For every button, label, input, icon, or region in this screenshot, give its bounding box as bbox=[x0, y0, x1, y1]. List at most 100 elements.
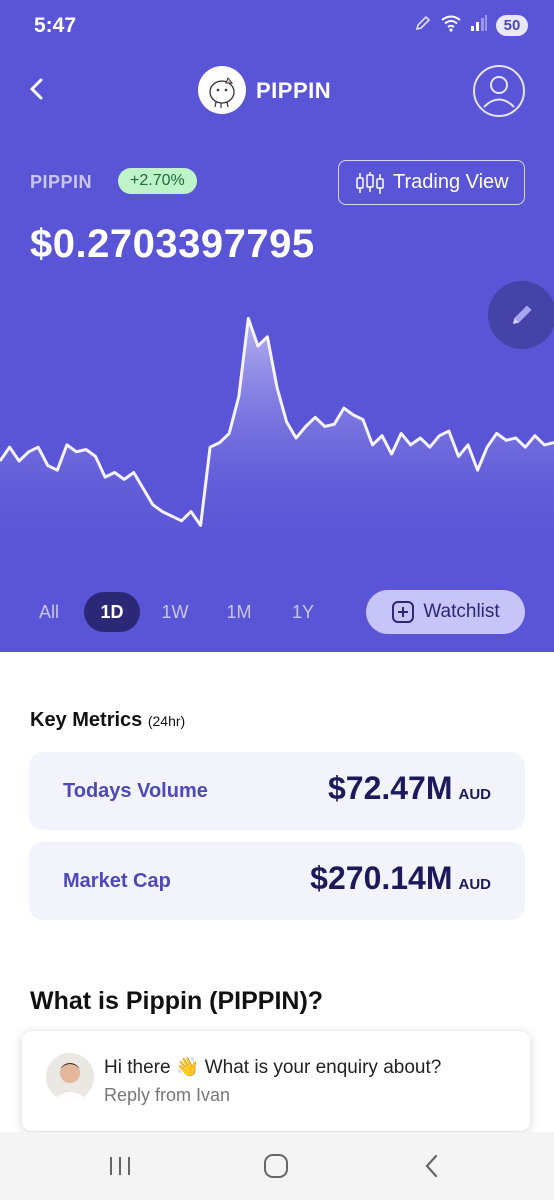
price-point bbox=[237, 395, 240, 398]
metric-value: $270.14M AUD bbox=[310, 860, 491, 897]
range-tab-label: All bbox=[38, 602, 59, 622]
key-metrics-title: Key Metrics bbox=[30, 709, 143, 731]
price-point bbox=[218, 441, 221, 444]
price-point bbox=[409, 443, 412, 446]
range-tab-1y[interactable]: 1Y bbox=[278, 592, 328, 632]
price-area bbox=[0, 318, 554, 560]
range-tab-1m[interactable]: 1M bbox=[214, 592, 264, 632]
price-point bbox=[314, 416, 317, 419]
price-point bbox=[247, 317, 250, 320]
price-point bbox=[27, 450, 30, 453]
chat-sender: Reply from Ivan bbox=[104, 1085, 231, 1105]
range-tab-1w[interactable]: 1W bbox=[150, 592, 200, 632]
price-point bbox=[428, 446, 431, 449]
price-point bbox=[8, 446, 11, 449]
home-icon bbox=[264, 1154, 288, 1178]
price-point bbox=[352, 414, 355, 417]
coin-ticker: PIPPIN bbox=[30, 172, 93, 192]
price-chart[interactable] bbox=[0, 280, 554, 560]
price-point bbox=[123, 478, 126, 481]
recent-apps-button[interactable] bbox=[100, 1148, 140, 1184]
pippin-unicorn-icon bbox=[209, 77, 235, 108]
price-point bbox=[486, 446, 489, 449]
price-point bbox=[304, 425, 307, 428]
price-point bbox=[256, 345, 259, 348]
price-point bbox=[390, 453, 393, 456]
signal-icon bbox=[470, 14, 488, 37]
price-point bbox=[514, 437, 517, 440]
metric-currency: AUD bbox=[458, 786, 492, 803]
chat-popup[interactable]: Hi there 👋 What is your enquiry about? R… bbox=[22, 1031, 530, 1131]
price-point bbox=[266, 335, 269, 338]
price-point bbox=[323, 425, 326, 428]
trading-view-button[interactable]: Trading View bbox=[338, 160, 525, 205]
price-point bbox=[142, 487, 145, 490]
price-point bbox=[342, 407, 345, 410]
system-nav-bar bbox=[0, 1132, 554, 1200]
price-point bbox=[543, 443, 546, 446]
range-tab-label: 1W bbox=[161, 602, 189, 622]
price-point bbox=[419, 437, 422, 440]
price-point bbox=[228, 432, 231, 435]
range-tab-label: 1Y bbox=[291, 602, 315, 622]
price-point bbox=[46, 464, 49, 467]
price-change-badge: +2.70% bbox=[118, 168, 197, 194]
home-button[interactable] bbox=[256, 1148, 296, 1184]
back-chevron-icon bbox=[425, 1154, 438, 1178]
price-point bbox=[56, 469, 59, 472]
price-point bbox=[151, 503, 154, 506]
price-point bbox=[285, 420, 288, 423]
status-bar: 5:47 50 bbox=[0, 0, 554, 52]
price-point bbox=[457, 455, 460, 458]
coin-price: $0.2703397795 bbox=[30, 222, 315, 266]
trading-view-label: Trading View bbox=[393, 171, 509, 193]
price-point bbox=[333, 423, 336, 426]
avatar bbox=[46, 1053, 94, 1101]
price-point bbox=[65, 443, 68, 446]
profile-button[interactable] bbox=[472, 64, 526, 118]
price-point bbox=[104, 476, 107, 479]
price-point bbox=[37, 446, 40, 449]
recent-apps-icon bbox=[110, 1157, 130, 1175]
back-button[interactable] bbox=[22, 74, 52, 104]
price-point bbox=[180, 519, 183, 522]
price-point bbox=[533, 434, 536, 437]
price-point bbox=[495, 432, 498, 435]
price-point bbox=[505, 439, 508, 442]
range-tab-label: 1M bbox=[226, 602, 252, 622]
price-point bbox=[161, 510, 164, 513]
metric-amount: $270.14M bbox=[310, 860, 453, 896]
watchlist-label: Watchlist bbox=[423, 601, 500, 622]
range-tab-all[interactable]: All bbox=[24, 592, 74, 632]
metric-label: Todays Volume bbox=[63, 780, 208, 802]
price-point bbox=[438, 434, 441, 437]
page-title: PIPPIN bbox=[256, 78, 332, 103]
about-heading: What is Pippin (PIPPIN)? bbox=[30, 987, 324, 1015]
status-time: 5:47 bbox=[34, 14, 77, 37]
price-point bbox=[295, 437, 298, 440]
price-point bbox=[170, 515, 173, 518]
price-point bbox=[190, 510, 193, 513]
price-point bbox=[467, 443, 470, 446]
price-point bbox=[113, 471, 116, 474]
battery-indicator: 50 bbox=[496, 15, 528, 36]
range-tab-1d[interactable]: 1D bbox=[84, 592, 140, 632]
metric-amount: $72.47M bbox=[327, 770, 453, 806]
price-point bbox=[209, 446, 212, 449]
metric-currency: AUD bbox=[458, 876, 492, 893]
metric-value: $72.47M AUD bbox=[328, 770, 491, 807]
metric-card-volume: Todays Volume $72.47M AUD bbox=[29, 752, 525, 830]
coin-logo bbox=[198, 66, 246, 114]
price-point bbox=[381, 434, 384, 437]
key-metrics-subtitle: (24hr) bbox=[147, 713, 186, 729]
price-point bbox=[18, 460, 21, 463]
price-point bbox=[276, 386, 279, 389]
chevron-left-icon bbox=[30, 78, 43, 100]
pencil-icon bbox=[513, 305, 532, 324]
price-point bbox=[75, 450, 78, 453]
edit-button[interactable] bbox=[488, 281, 554, 349]
watchlist-button[interactable]: Watchlist bbox=[366, 590, 525, 634]
price-point bbox=[400, 432, 403, 435]
system-back-button[interactable] bbox=[412, 1148, 452, 1184]
range-tab-label: 1D bbox=[100, 602, 124, 622]
